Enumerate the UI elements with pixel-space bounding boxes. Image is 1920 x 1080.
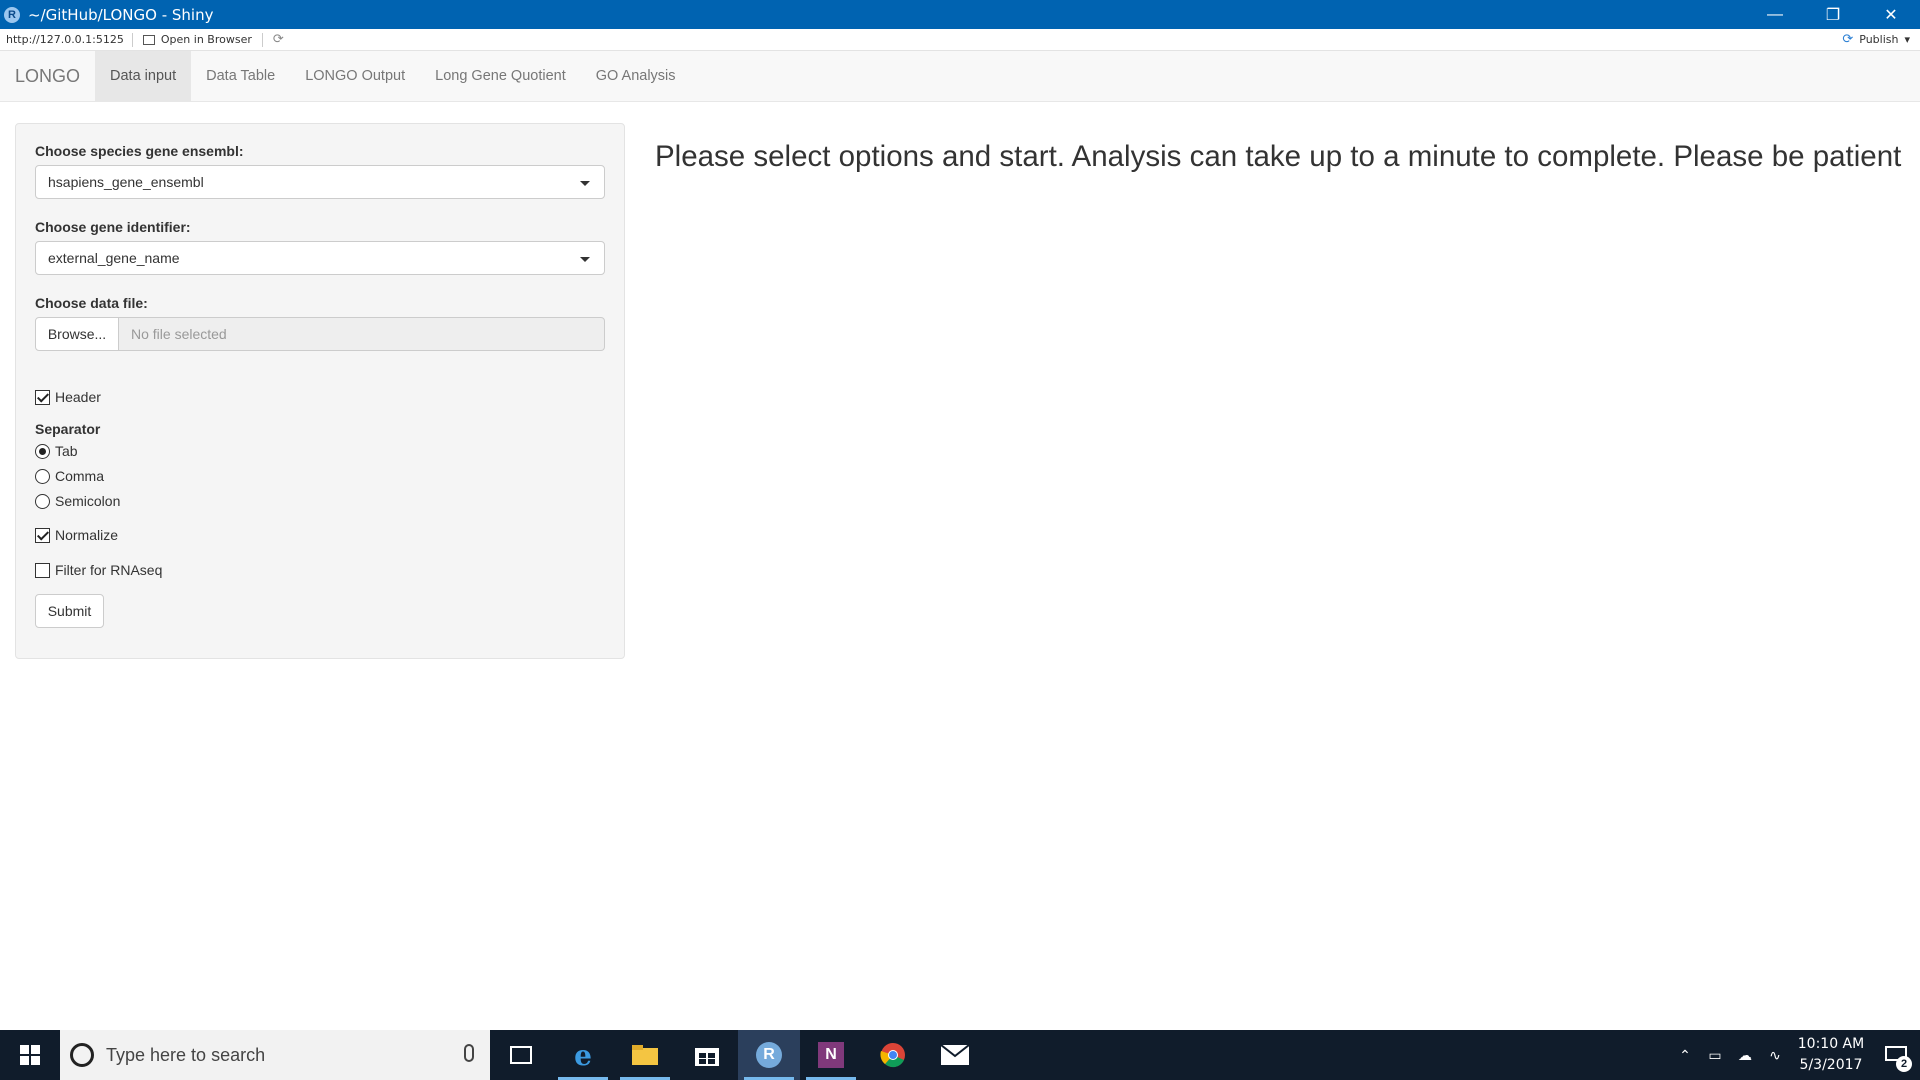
radio-label-tab: Tab <box>55 443 78 459</box>
normalize-checkbox-label: Normalize <box>55 527 119 543</box>
main-message: Please select options and start. Analysi… <box>655 140 1902 173</box>
tab-long-gene-quotient[interactable]: Long Gene Quotient <box>420 51 581 101</box>
filter-rnaseq-checkbox[interactable] <box>35 562 50 578</box>
tab-data-input[interactable]: Data input <box>95 51 192 101</box>
file-explorer-icon[interactable] <box>614 1030 676 1080</box>
taskbar-search-box[interactable]: Type here to search <box>60 1030 490 1080</box>
filter-checkbox-label: Filter for RNAseq <box>55 562 163 578</box>
window-titlebar: R ~/GitHub/LONGO - Shiny — ❐ ✕ <box>0 0 1920 29</box>
submit-button[interactable]: Submit <box>35 594 104 628</box>
header-checkbox-row[interactable]: Header <box>35 387 605 407</box>
mail-icon[interactable] <box>924 1030 986 1080</box>
windows-start-icon[interactable] <box>0 1030 60 1080</box>
edge-icon[interactable]: e <box>552 1030 614 1080</box>
publish-icon: ⟳ <box>1842 32 1854 47</box>
separator-radio-tab[interactable]: Tab <box>35 441 605 461</box>
task-view-icon[interactable] <box>490 1030 552 1080</box>
tab-longo-output[interactable]: LONGO Output <box>290 51 420 101</box>
search-placeholder: Type here to search <box>106 1044 266 1065</box>
browser-window-icon <box>142 34 155 45</box>
radio-button-tab[interactable] <box>35 443 50 459</box>
clock-time: 10:10 AM <box>1797 1036 1865 1052</box>
system-clock[interactable]: 10:10 AM 5/3/2017 <box>1790 1034 1872 1076</box>
species-select-value: hsapiens_gene_ensembl <box>48 174 204 190</box>
radio-label-semicolon: Semicolon <box>55 493 121 509</box>
wifi-icon[interactable]: ∿ <box>1760 1047 1790 1064</box>
header-checkbox-label: Header <box>55 389 101 405</box>
identifier-select-value: external_gene_name <box>48 250 180 266</box>
radio-button-semicolon[interactable] <box>35 493 50 509</box>
action-center-icon[interactable]: 2 <box>1872 1030 1920 1080</box>
filter-checkbox-row[interactable]: Filter for RNAseq <box>35 560 605 580</box>
file-name-field[interactable]: No file selected <box>119 317 605 351</box>
sidebar-panel: Choose species gene ensembl: hsapiens_ge… <box>15 123 625 659</box>
open-in-browser-label: Open in Browser <box>160 33 252 46</box>
normalize-checkbox[interactable] <box>35 527 50 543</box>
cortana-icon <box>70 1043 94 1067</box>
chevron-up-icon[interactable]: ⌃ <box>1670 1047 1700 1064</box>
close-icon[interactable]: ✕ <box>1862 0 1920 29</box>
separator-radio-semicolon[interactable]: Semicolon <box>35 491 605 511</box>
notification-count-badge: 2 <box>1896 1056 1912 1072</box>
taskbar: Type here to search e R N ⌃ ▭ ☁ ∿ 10:10 … <box>0 1030 1920 1080</box>
separator-radio-comma[interactable]: Comma <box>35 466 605 486</box>
battery-icon[interactable]: ▭ <box>1700 1047 1730 1064</box>
navbar: LONGO Data input Data Table LONGO Output… <box>0 51 1920 102</box>
datafile-label: Choose data file: <box>35 295 148 311</box>
browse-button[interactable]: Browse... <box>35 317 119 351</box>
separator-label: Separator <box>35 421 101 437</box>
refresh-icon[interactable]: ⟳ <box>273 32 284 47</box>
rstudio-icon[interactable]: R <box>738 1030 800 1080</box>
publish-button[interactable]: ⟳ Publish ▾ <box>1842 32 1910 47</box>
restore-icon[interactable]: ❐ <box>1804 0 1862 29</box>
system-tray: ⌃ ▭ ☁ ∿ 10:10 AM 5/3/2017 2 <box>1670 1030 1920 1080</box>
rstudio-app-icon: R <box>4 6 20 23</box>
identifier-label: Choose gene identifier: <box>35 219 191 235</box>
minimize-icon[interactable]: — <box>1746 0 1804 29</box>
clock-date: 5/3/2017 <box>1799 1057 1863 1073</box>
open-in-browser-button[interactable]: Open in Browser <box>133 32 263 47</box>
identifier-select[interactable]: external_gene_name <box>35 241 605 275</box>
url-text: http://127.0.0.1:5125 <box>0 32 133 47</box>
onenote-icon[interactable]: N <box>800 1030 862 1080</box>
caret-down-icon <box>580 257 590 262</box>
address-bar: http://127.0.0.1:5125 Open in Browser ⟳ … <box>0 29 1920 51</box>
publish-label: Publish <box>1859 33 1899 46</box>
chevron-down-icon: ▾ <box>1904 33 1910 46</box>
file-input: Browse... No file selected <box>35 317 605 351</box>
species-select[interactable]: hsapiens_gene_ensembl <box>35 165 605 199</box>
microphone-icon[interactable] <box>464 1044 474 1062</box>
navbar-brand[interactable]: LONGO <box>0 51 95 101</box>
store-icon[interactable] <box>676 1030 738 1080</box>
chrome-icon[interactable] <box>862 1030 924 1080</box>
cloud-icon[interactable]: ☁ <box>1730 1047 1760 1064</box>
tab-go-analysis[interactable]: GO Analysis <box>581 51 691 101</box>
caret-down-icon <box>580 181 590 186</box>
tab-data-table[interactable]: Data Table <box>191 51 290 101</box>
radio-button-comma[interactable] <box>35 468 50 484</box>
normalize-checkbox-row[interactable]: Normalize <box>35 525 605 545</box>
radio-label-comma: Comma <box>55 468 105 484</box>
window-title: ~/GitHub/LONGO - Shiny <box>28 5 214 24</box>
species-label: Choose species gene ensembl: <box>35 143 244 159</box>
header-checkbox[interactable] <box>35 389 50 405</box>
